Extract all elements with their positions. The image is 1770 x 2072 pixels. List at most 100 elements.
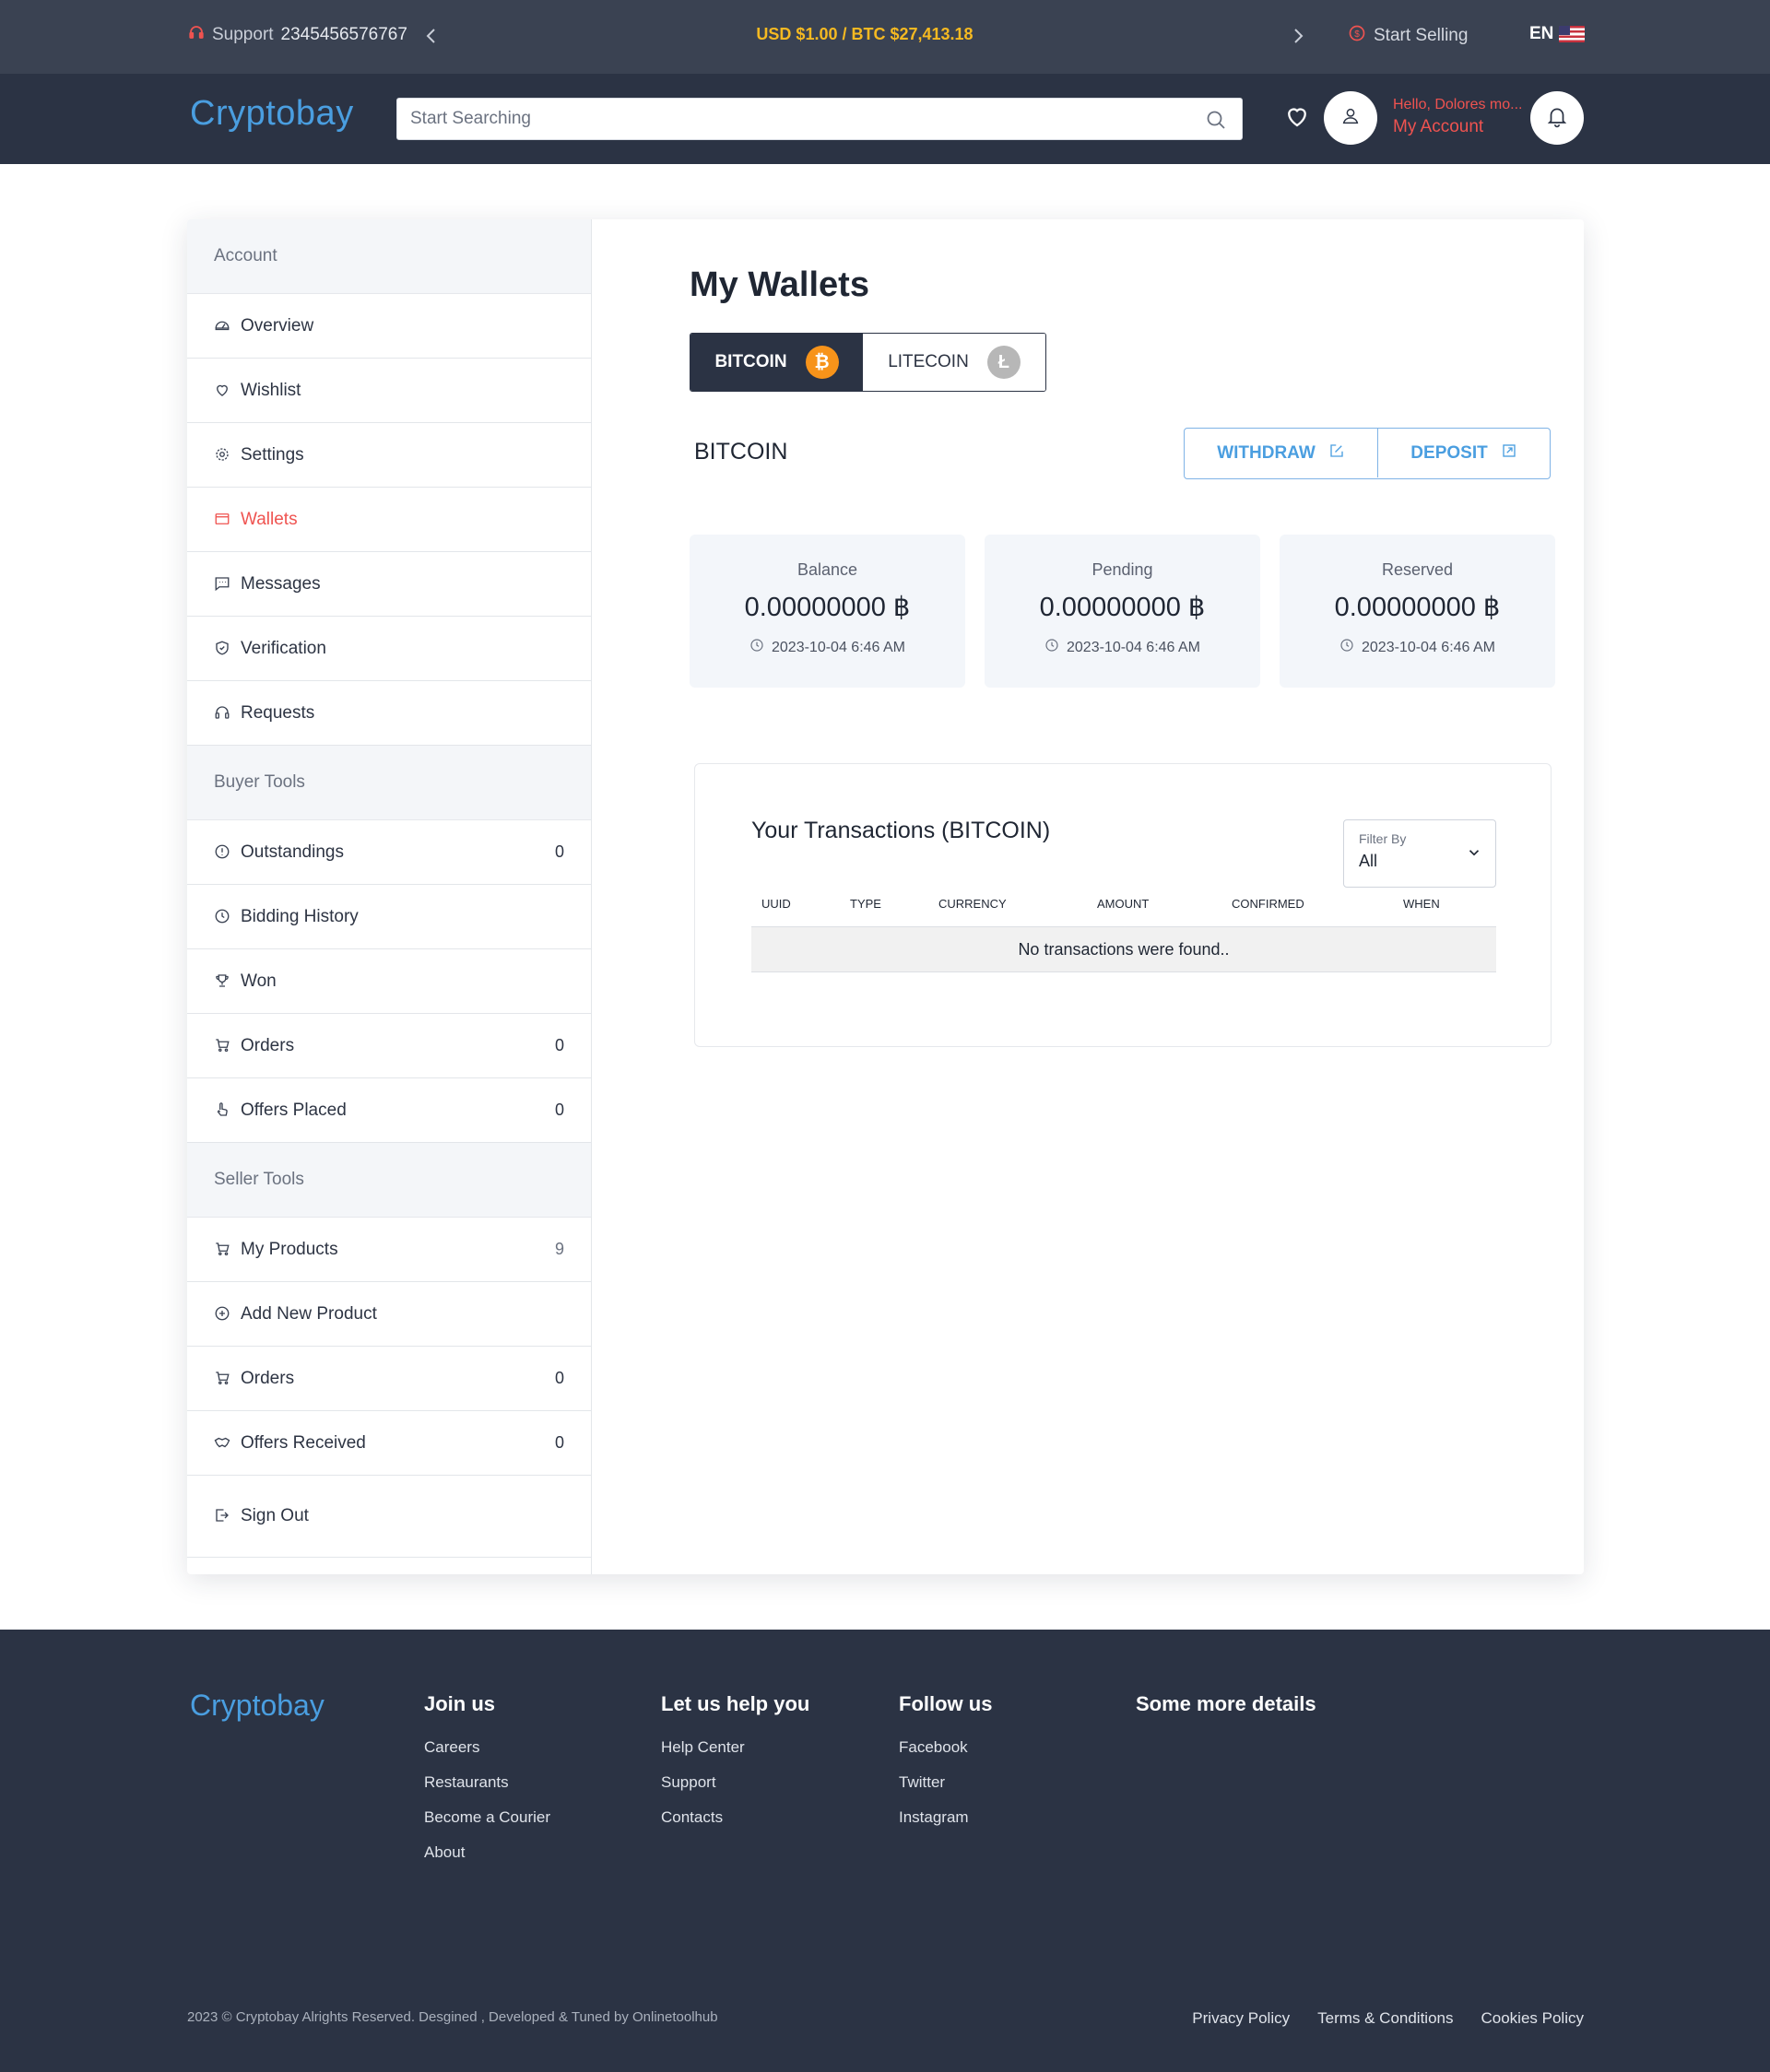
sidebar-item-label: Requests (241, 702, 315, 723)
sidebar-item-label: Messages (241, 573, 321, 594)
sidebar-item-won[interactable]: Won (187, 949, 591, 1014)
terms-conditions-link[interactable]: Terms & Conditions (1317, 2009, 1453, 2028)
footer-link-contacts[interactable]: Contacts (661, 1808, 809, 1827)
stat-value: 0.00000000 ฿ (744, 593, 911, 622)
sidebar-item-label: Offers Received (241, 1432, 366, 1453)
gear-icon (214, 446, 232, 465)
transactions-card: Your Transactions (BITCOIN) Filter By Al… (694, 763, 1552, 1047)
language-selector[interactable]: EN (1529, 24, 1586, 44)
sidebar-item-settings[interactable]: Settings (187, 423, 591, 488)
withdraw-label: WITHDRAW (1217, 442, 1316, 463)
stat-time-text: 2023-10-04 6:46 AM (772, 639, 905, 655)
column-header-amount: AMOUNT (1097, 897, 1150, 911)
stat-label: Pending (1092, 560, 1153, 579)
deposit-label: DEPOSIT (1410, 442, 1488, 463)
search-bar (396, 98, 1243, 140)
clock-icon (214, 908, 232, 926)
sidebar-item-my-products[interactable]: My Products 9 (187, 1218, 591, 1282)
account-menu[interactable]: Hello, Dolores mo... My Account (1393, 97, 1523, 137)
tab-label: BITCOIN (714, 352, 787, 371)
transactions-empty-message: No transactions were found.. (751, 926, 1496, 972)
shield-icon (214, 640, 232, 658)
sidebar-item-count: 0 (554, 1369, 564, 1387)
litecoin-icon: Ł (986, 346, 1021, 379)
site-logo[interactable]: Cryptobay (190, 94, 354, 134)
coin-tabs: BITCOIN ₿ LITECOIN Ł (690, 333, 1046, 392)
sidebar-item-bidding-history[interactable]: Bidding History (187, 885, 591, 949)
edit-icon (1328, 442, 1345, 465)
tab-bitcoin[interactable]: BITCOIN ₿ (690, 334, 863, 391)
footer-link-help-center[interactable]: Help Center (661, 1738, 809, 1757)
account-panel: Account Overview Wishlist Settings Walle… (187, 219, 1584, 1574)
my-account-link[interactable]: My Account (1393, 117, 1523, 137)
user-avatar-button[interactable] (1324, 91, 1377, 145)
withdraw-button[interactable]: WITHDRAW (1185, 429, 1378, 477)
copyright-text: 2023 © Cryptobay Alrights Reserved. Desg… (187, 2009, 718, 2025)
search-icon[interactable] (1205, 109, 1227, 131)
sidebar-item-messages[interactable]: Messages (187, 552, 591, 617)
stat-value: 0.00000000 ฿ (1039, 593, 1206, 622)
dollar-coin-icon: $ (1348, 24, 1366, 48)
sidebar-item-offers-received[interactable]: Offers Received 0 (187, 1411, 591, 1476)
footer-column-more-details: Some more details (1136, 1692, 1316, 1738)
footer-column-join-us: Join us Careers Restaurants Become a Cou… (424, 1692, 550, 1878)
sidebar-item-seller-orders[interactable]: Orders 0 (187, 1347, 591, 1411)
headset-icon (214, 704, 232, 723)
transactions-header-row: UUID TYPE CURRENCY AMOUNT CONFIRMED WHEN (751, 897, 1496, 928)
privacy-policy-link[interactable]: Privacy Policy (1192, 2009, 1290, 2028)
footer-link-facebook[interactable]: Facebook (899, 1738, 992, 1757)
sidebar-item-label: Settings (241, 444, 304, 465)
sidebar-item-requests[interactable]: Requests (187, 681, 591, 746)
dashboard-icon (214, 317, 232, 336)
footer-link-restaurants[interactable]: Restaurants (424, 1773, 550, 1792)
stat-card-balance: Balance 0.00000000 ฿ 2023-10-04 6:46 AM (690, 535, 965, 688)
cookies-policy-link[interactable]: Cookies Policy (1481, 2009, 1585, 2028)
main-header: Cryptobay Hello, Dolores mo... My Accoun… (0, 74, 1770, 164)
cart-icon (214, 1037, 232, 1055)
message-icon (214, 575, 232, 594)
sidebar-item-offers-placed[interactable]: Offers Placed 0 (187, 1078, 591, 1143)
hand-icon (214, 1101, 232, 1120)
chevron-down-icon (1466, 844, 1482, 861)
stat-value: 0.00000000 ฿ (1334, 593, 1501, 622)
filter-select[interactable]: Filter By All (1343, 819, 1496, 888)
footer-logo[interactable]: Cryptobay (190, 1689, 324, 1723)
footer-link-instagram[interactable]: Instagram (899, 1808, 992, 1827)
sidebar-item-sign-out[interactable]: Sign Out (187, 1476, 591, 1558)
wishlist-heart-icon[interactable] (1283, 102, 1311, 130)
footer-link-support[interactable]: Support (661, 1773, 809, 1792)
search-input[interactable] (410, 99, 1185, 139)
footer-link-about[interactable]: About (424, 1843, 550, 1862)
sidebar-item-wishlist[interactable]: Wishlist (187, 359, 591, 423)
footer-column-heading: Some more details (1136, 1692, 1316, 1715)
clock-icon (749, 638, 764, 657)
footer-column-heading: Follow us (899, 1692, 993, 1715)
user-icon (1340, 106, 1361, 131)
sidebar-item-verification[interactable]: Verification (187, 617, 591, 681)
column-header-uuid: UUID (761, 897, 791, 911)
account-sidebar: Account Overview Wishlist Settings Walle… (187, 219, 592, 1574)
sidebar-item-count: 0 (554, 1036, 564, 1054)
footer-link-become-courier[interactable]: Become a Courier (424, 1808, 550, 1827)
handshake-icon (214, 1434, 232, 1453)
footer-link-careers[interactable]: Careers (424, 1738, 550, 1757)
svg-text:$: $ (1354, 29, 1360, 40)
wallet-heading: BITCOIN (694, 439, 788, 465)
sidebar-item-add-new-product[interactable]: Add New Product (187, 1282, 591, 1347)
sidebar-item-count: 0 (554, 1433, 564, 1452)
sidebar-item-outstandings[interactable]: Outstandings 0 (187, 820, 591, 885)
footer-link-twitter[interactable]: Twitter (899, 1773, 992, 1792)
column-header-type: TYPE (850, 897, 881, 911)
chevron-right-icon[interactable] (1289, 23, 1307, 49)
sidebar-item-orders[interactable]: Orders 0 (187, 1014, 591, 1078)
plus-circle-icon (214, 1305, 232, 1324)
start-selling-link[interactable]: $ Start Selling (1348, 24, 1468, 48)
deposit-button[interactable]: DEPOSIT (1378, 429, 1550, 477)
sidebar-item-wallets[interactable]: Wallets (187, 488, 591, 552)
tab-litecoin[interactable]: LITECOIN Ł (863, 334, 1045, 391)
stat-card-reserved: Reserved 0.00000000 ฿ 2023-10-04 6:46 AM (1280, 535, 1555, 688)
notifications-button[interactable] (1530, 91, 1584, 145)
clock-icon (1339, 638, 1354, 657)
stat-time-text: 2023-10-04 6:46 AM (1362, 639, 1495, 655)
sidebar-item-overview[interactable]: Overview (187, 294, 591, 359)
